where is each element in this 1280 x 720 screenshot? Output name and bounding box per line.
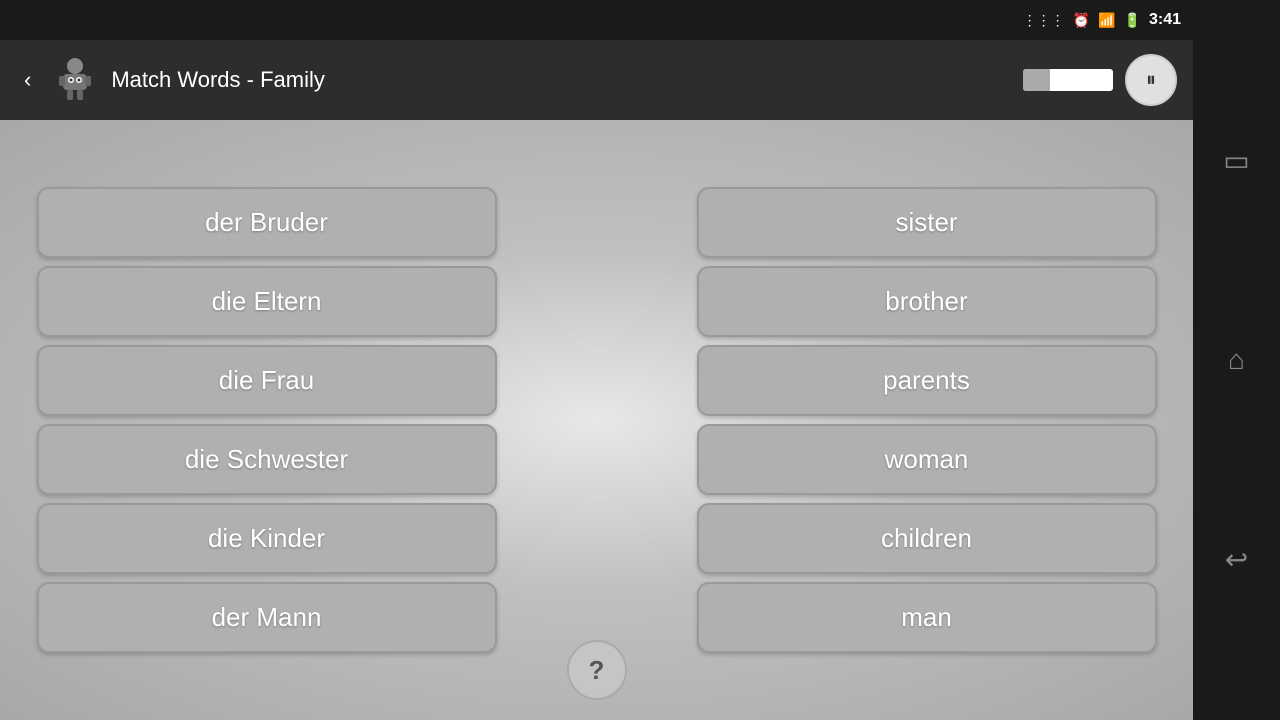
cards-container: der Bruder die Eltern die Frau die Schwe… <box>0 120 1193 720</box>
progress-bar-fill <box>1023 69 1050 91</box>
left-column: der Bruder die Eltern die Frau die Schwe… <box>37 187 497 653</box>
battery-icon: 🔋 <box>1124 12 1141 29</box>
pause-icon: ⏸ <box>1146 69 1156 92</box>
card-bruder[interactable]: der Bruder <box>37 187 497 258</box>
card-children[interactable]: children <box>697 503 1157 574</box>
card-woman[interactable]: woman <box>697 424 1157 495</box>
card-brother[interactable]: brother <box>697 266 1157 337</box>
nav-home-icon[interactable]: ⌂ <box>1228 344 1245 376</box>
progress-bar <box>1023 69 1113 91</box>
card-man[interactable]: man <box>697 582 1157 653</box>
app-icon <box>51 56 99 104</box>
nav-recent-icon[interactable]: ▭ <box>1223 144 1249 177</box>
nav-bar: ▭ ⌂ ↩ <box>1193 0 1280 720</box>
title-bar: ‹ Match Words - Family ⏸ <box>0 40 1193 120</box>
signal-icon: 📶 <box>1098 12 1115 29</box>
pause-button[interactable]: ⏸ <box>1125 54 1177 106</box>
app-title: Match Words - Family <box>111 67 1011 93</box>
back-button[interactable]: ‹ <box>16 63 39 97</box>
right-column: sister brother parents woman children ma… <box>697 187 1157 653</box>
help-button[interactable]: ? <box>567 640 627 700</box>
nav-back-icon[interactable]: ↩ <box>1225 543 1248 576</box>
card-frau[interactable]: die Frau <box>37 345 497 416</box>
alarm-icon: ⏰ <box>1073 12 1090 29</box>
menu-icon: ⋮⋮⋮ <box>1023 12 1065 29</box>
status-bar: ⋮⋮⋮ ⏰ 📶 🔋 3:41 <box>0 0 1193 40</box>
card-eltern[interactable]: die Eltern <box>37 266 497 337</box>
card-kinder[interactable]: die Kinder <box>37 503 497 574</box>
card-sister[interactable]: sister <box>697 187 1157 258</box>
card-parents[interactable]: parents <box>697 345 1157 416</box>
main-content: der Bruder die Eltern die Frau die Schwe… <box>0 120 1193 720</box>
status-time: 3:41 <box>1149 11 1181 29</box>
card-schwester[interactable]: die Schwester <box>37 424 497 495</box>
card-mann[interactable]: der Mann <box>37 582 497 653</box>
